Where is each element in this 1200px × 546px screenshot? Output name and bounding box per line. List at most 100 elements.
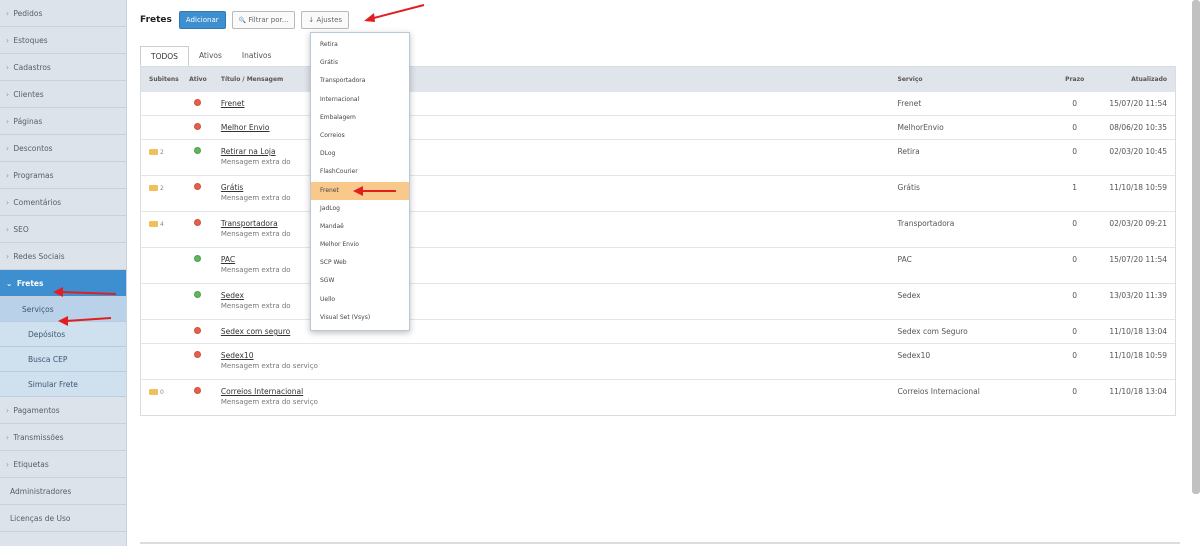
sidebar-item-coment-rios[interactable]: › Comentários — [0, 189, 126, 216]
table-body: Frenet Frenet 0 15/07/20 11:54 Melhor Envio M… — [141, 91, 1175, 415]
dropdown-item-embalagem[interactable]: Embalagem — [311, 109, 409, 127]
updated-cell: 02/03/20 09:21 — [1109, 219, 1167, 228]
sidebar-item-estoques[interactable]: › Estoques — [0, 27, 126, 54]
sidebar-item-p-ginas[interactable]: › Páginas — [0, 108, 126, 135]
sidebar-item-pagamentos[interactable]: › Pagamentos — [0, 397, 126, 424]
sidebar-item-licen-as-de-uso[interactable]: Licenças de Uso — [0, 505, 126, 532]
updated-cell: 11/10/18 10:59 — [1109, 183, 1167, 192]
dropdown-item-flashcourier[interactable]: FlashCourier — [311, 163, 409, 181]
filter-label: Filtrar por... — [248, 16, 289, 24]
active-cell — [187, 212, 209, 247]
updated-cell: 13/03/20 11:39 — [1109, 291, 1167, 300]
title-cell: Sedex10 Mensagem extra do serviço — [209, 344, 898, 379]
updated-cell: 08/06/20 10:35 — [1109, 123, 1167, 132]
settings-button[interactable]: ↓ Ajustes — [301, 11, 350, 29]
service-title-link[interactable]: Sedex10 — [221, 351, 898, 360]
add-button[interactable]: Adicionar — [178, 11, 226, 29]
dropdown-item-scp-web[interactable]: SCP Web — [311, 254, 409, 272]
table-row[interactable]: Sedex Mensagem extra do Sedex 0 13/03/20 11:… — [141, 283, 1175, 319]
sidebar-item-etiquetas[interactable]: › Etiquetas — [0, 451, 126, 478]
dropdown-item-internacional[interactable]: Internacional — [311, 91, 409, 109]
folder-icon[interactable] — [149, 185, 158, 191]
status-inactive-icon[interactable] — [194, 327, 202, 334]
sidebar: › Pedidos › Estoques › Cadastros › Clientes… — [0, 0, 127, 546]
horizontal-scrollbar[interactable] — [140, 542, 1180, 544]
folder-icon[interactable] — [149, 149, 158, 155]
subitem-count: 4 — [160, 221, 164, 228]
sidebar-item-redes-sociais[interactable]: › Redes Sociais — [0, 243, 126, 270]
dropdown-item-transportadora[interactable]: Transportadora — [311, 72, 409, 90]
deadline-cell: 0 — [1072, 351, 1078, 360]
table-row[interactable]: Frenet Frenet 0 15/07/20 11:54 — [141, 91, 1175, 115]
sidebar-item-label: Transmissões — [13, 433, 64, 442]
service-cell: Transportadora — [897, 219, 955, 228]
table-row[interactable]: 0 Correios Internacional Mensagem extra do… — [141, 379, 1175, 415]
status-active-icon[interactable] — [194, 147, 202, 154]
dropdown-item-visual-set-vsys-[interactable]: Visual Set (Vsys) — [311, 309, 409, 327]
tab-ativos[interactable]: Ativos — [189, 46, 232, 66]
header-active[interactable]: Ativo — [187, 76, 209, 83]
dropdown-item-correios[interactable]: Correios — [311, 127, 409, 145]
dropdown-item-dlog[interactable]: DLog — [311, 145, 409, 163]
sidebar-item-pedidos[interactable]: › Pedidos — [0, 0, 126, 27]
sidebar-item-label: Etiquetas — [13, 460, 49, 469]
table-row[interactable]: Sedex com seguro Sedex com Seguro 0 11/10/1… — [141, 319, 1175, 343]
dropdown-item-gr-tis[interactable]: Grátis — [311, 54, 409, 72]
sidebar-item-label: Cadastros — [13, 63, 51, 72]
dropdown-item-uello[interactable]: Uello — [311, 291, 409, 309]
header-subitems[interactable]: Subitens — [141, 76, 187, 83]
service-cell: PAC — [897, 255, 912, 264]
status-inactive-icon[interactable] — [194, 183, 202, 190]
table-row[interactable]: Sedex10 Mensagem extra do serviço Sedex10 0… — [141, 343, 1175, 379]
sidebar-item-descontos[interactable]: › Descontos — [0, 135, 126, 162]
status-active-icon[interactable] — [194, 255, 202, 262]
sidebar-item-seo[interactable]: › SEO — [0, 216, 126, 243]
chevron-right-icon: › — [6, 9, 9, 18]
header-updated[interactable]: Atualizado — [1092, 76, 1175, 83]
status-inactive-icon[interactable] — [194, 123, 202, 130]
status-inactive-icon[interactable] — [194, 351, 202, 358]
service-cell: Sedex com Seguro — [897, 327, 968, 336]
filter-button[interactable]: 🔍 Filtrar por... — [231, 11, 296, 29]
dropdown-item-retira[interactable]: Retira — [311, 36, 409, 54]
subitems-cell: 2 — [141, 176, 187, 211]
active-cell — [187, 380, 209, 415]
status-active-icon[interactable] — [194, 291, 202, 298]
dropdown-item-jadlog[interactable]: JadLog — [311, 200, 409, 218]
folder-icon[interactable] — [149, 221, 158, 227]
dropdown-item-manda-[interactable]: Mandaê — [311, 218, 409, 236]
sidebar-subitem-busca-cep[interactable]: Busca CEP — [0, 347, 126, 372]
chevron-right-icon: › — [6, 144, 9, 153]
chevron-down-icon: ⌄ — [6, 279, 13, 288]
tab-inativos[interactable]: Inativos — [232, 46, 282, 66]
active-cell — [187, 176, 209, 211]
subitems-cell: 2 — [141, 140, 187, 175]
service-cell: Sedex10 — [897, 351, 931, 360]
sidebar-item-clientes[interactable]: › Clientes — [0, 81, 126, 108]
table-row[interactable]: 4 Transportadora Mensagem extra do Transpor… — [141, 211, 1175, 247]
table-row[interactable]: 2 Retirar na Loja Mensagem extra do Retira 0… — [141, 139, 1175, 175]
header-deadline[interactable]: Prazo — [1057, 76, 1092, 83]
table-row[interactable]: PAC Mensagem extra do PAC 0 15/07/20 11:54 — [141, 247, 1175, 283]
vertical-scrollbar[interactable] — [1192, 0, 1200, 494]
folder-icon[interactable] — [149, 389, 158, 395]
annotation-arrow-frenet — [353, 186, 396, 196]
header-service[interactable]: Serviço — [898, 76, 1058, 83]
sidebar-item-transmiss-es[interactable]: › Transmissões — [0, 424, 126, 451]
status-inactive-icon[interactable] — [194, 219, 202, 226]
sidebar-item-programas[interactable]: › Programas — [0, 162, 126, 189]
status-inactive-icon[interactable] — [194, 99, 202, 106]
status-inactive-icon[interactable] — [194, 387, 202, 394]
sidebar-item-cadastros[interactable]: › Cadastros — [0, 54, 126, 81]
sidebar-subitem-simular-frete[interactable]: Simular Frete — [0, 372, 126, 397]
service-title-link[interactable]: Correios Internacional — [221, 387, 898, 396]
service-cell: Grátis — [897, 183, 920, 192]
tab-todos[interactable]: TODOS — [140, 46, 189, 66]
sidebar-item-administradores[interactable]: Administradores — [0, 478, 126, 505]
dropdown-item-sgw[interactable]: SGW — [311, 272, 409, 290]
table-row[interactable]: Melhor Envio MelhorEnvio 0 08/06/20 10:35 — [141, 115, 1175, 139]
active-cell — [187, 248, 209, 283]
table-row[interactable]: 2 Grátis Mensagem extra do Grátis 1 11/10/18 … — [141, 175, 1175, 211]
sidebar-item-label: Páginas — [13, 117, 43, 126]
dropdown-item-melhor-envio[interactable]: Melhor Envio — [311, 236, 409, 254]
